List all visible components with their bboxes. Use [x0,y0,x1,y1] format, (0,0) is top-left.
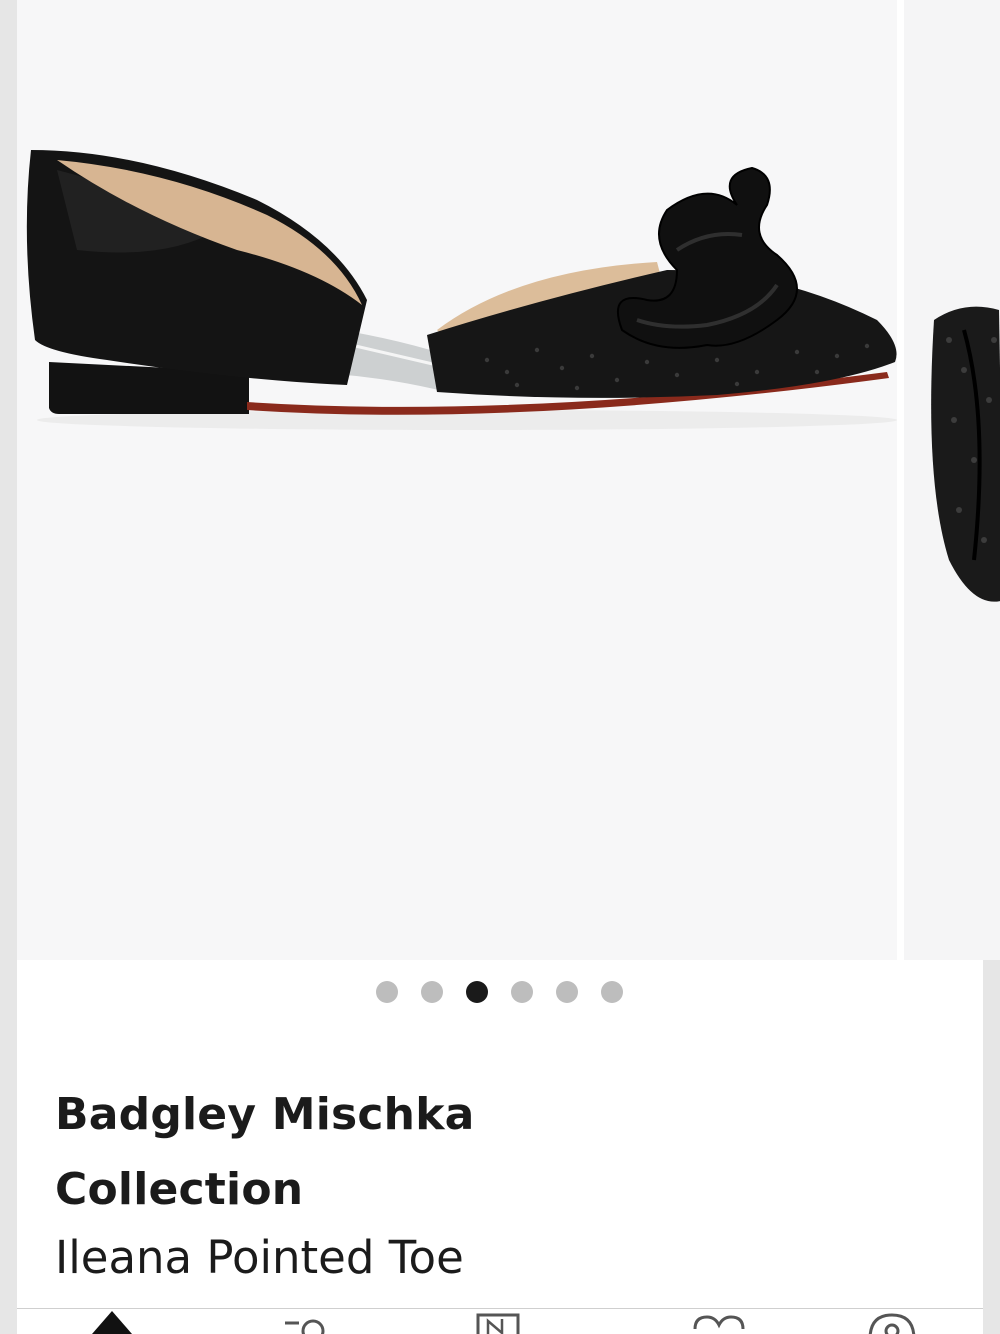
carousel-dot[interactable] [556,981,578,1003]
product-image-main[interactable] [17,0,897,960]
carousel-pagination[interactable] [376,981,623,1003]
search-icon [285,1319,325,1334]
product-name: Ileana Pointed Toe [55,1231,464,1284]
bottom-navigation [17,1308,983,1334]
brand-name[interactable]: Badgley Mischka Collection [55,1077,575,1227]
shoe-image [26,150,897,430]
nav-home[interactable] [87,1309,147,1334]
nordstrom-icon [476,1313,520,1334]
carousel-dot[interactable] [376,981,398,1003]
nav-search[interactable] [275,1309,335,1334]
carousel-dot[interactable] [511,981,533,1003]
home-icon [92,1311,132,1334]
heart-icon [693,1315,745,1330]
bow-detail-image [931,306,1000,602]
carousel-dot[interactable] [466,981,488,1003]
product-image-next-peek[interactable] [904,0,1000,960]
carousel-dot[interactable] [601,981,623,1003]
product-image-carousel[interactable] [17,0,1000,960]
nav-stores[interactable] [862,1309,922,1334]
carousel-dot[interactable] [421,981,443,1003]
location-icon [868,1313,916,1334]
nav-nordstrom[interactable] [474,1309,534,1334]
nav-wishlist[interactable] [689,1309,749,1334]
